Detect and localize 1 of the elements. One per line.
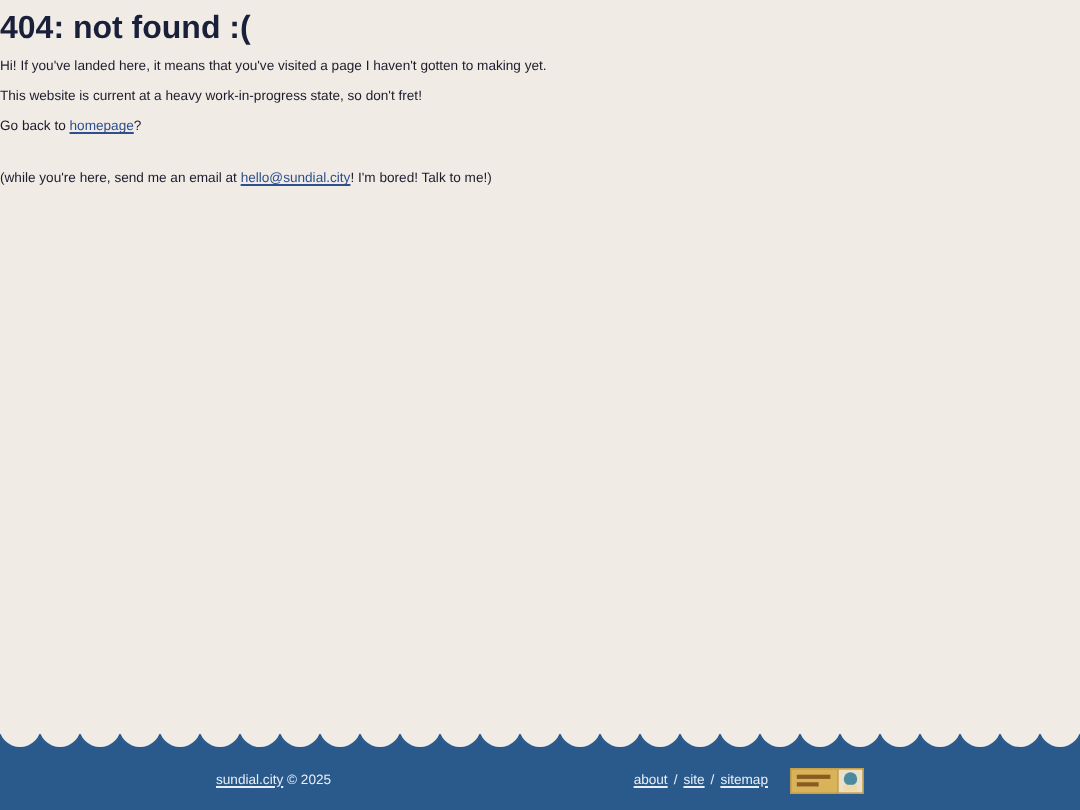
page-heading: 404: not found :( xyxy=(0,12,253,48)
